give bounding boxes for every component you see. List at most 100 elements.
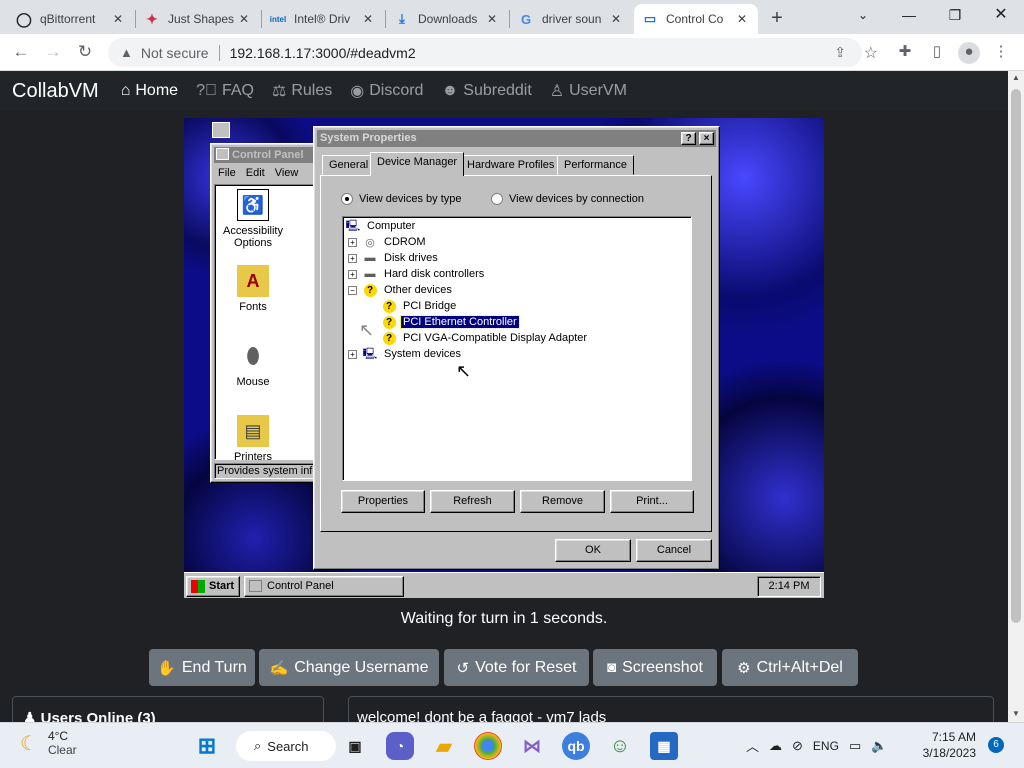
- windows-start-icon[interactable]: ⊞: [193, 732, 221, 760]
- desktop-icon[interactable]: [212, 122, 230, 138]
- change-username-button[interactable]: ✍ Change Username: [259, 649, 439, 686]
- nav-discord[interactable]: ◉ Discord: [350, 81, 423, 101]
- site-brand[interactable]: CollabVM: [12, 80, 99, 103]
- tree-node-computer[interactable]: 🖳 Computer: [345, 218, 417, 234]
- taskbar-control-panel[interactable]: Control Panel: [244, 576, 404, 597]
- tree-node-hard-disk-controllers[interactable]: + ▬ Hard disk controllers: [348, 266, 486, 282]
- properties-button[interactable]: Properties: [341, 490, 425, 513]
- tree-node-pci-bridge[interactable]: ? PCI Bridge: [381, 298, 458, 314]
- forward-button[interactable]: →: [42, 42, 64, 64]
- page-scrollbar[interactable]: ▲ ▼: [1008, 71, 1024, 722]
- back-button[interactable]: ←: [10, 42, 32, 64]
- tree-node-pci-vga[interactable]: ? PCI VGA-Compatible Display Adapter: [381, 330, 589, 346]
- maximize-button[interactable]: ❐: [932, 0, 978, 32]
- print-button[interactable]: Print...: [610, 490, 694, 513]
- tree-node-other-devices[interactable]: − ? Other devices: [348, 282, 454, 298]
- address-bar[interactable]: ▲ Not secure 192.168.1.17:3000/#deadvm2 …: [108, 38, 878, 67]
- store-icon[interactable]: ▦: [650, 732, 678, 760]
- network-icon[interactable]: ⊘: [792, 738, 803, 754]
- minimize-button[interactable]: —: [886, 0, 932, 32]
- tab-device-manager[interactable]: Device Manager: [370, 152, 465, 176]
- chrome-icon[interactable]: [474, 732, 502, 760]
- start-button[interactable]: Start: [186, 576, 240, 597]
- browser-tab-qbittorrent[interactable]: ◯ qBittorrent ✕: [8, 4, 134, 34]
- security-label[interactable]: Not secure: [141, 45, 209, 61]
- side-panel-icon[interactable]: ▯: [926, 42, 948, 64]
- visual-studio-icon[interactable]: ⋈: [518, 732, 546, 760]
- close-icon[interactable]: ✕: [360, 12, 376, 26]
- menu-view[interactable]: View: [271, 165, 303, 182]
- cp-item-fonts[interactable]: A Fonts: [215, 265, 291, 313]
- close-icon[interactable]: ✕: [236, 12, 252, 26]
- dialog-close-button[interactable]: ×: [699, 132, 714, 145]
- tree-node-system-devices[interactable]: + 🖳 System devices: [348, 346, 463, 362]
- system-properties-dialog[interactable]: System Properties ? × General Device Man…: [313, 126, 720, 570]
- windows-clock[interactable]: 7:15 AM 3/18/2023: [920, 729, 976, 761]
- nav-home[interactable]: ⌂ Home: [121, 82, 178, 100]
- tab-hardware-profiles[interactable]: Hardware Profiles: [460, 155, 562, 175]
- reload-button[interactable]: ↻: [74, 42, 96, 64]
- scroll-up-arrow-icon[interactable]: ▲: [1008, 73, 1024, 82]
- cp-item-printers[interactable]: ▤ Printers: [215, 415, 291, 463]
- ctrl-alt-del-button[interactable]: ⚙ Ctrl+Alt+Del: [722, 649, 858, 686]
- file-explorer-icon[interactable]: ▰: [430, 732, 458, 760]
- new-tab-button[interactable]: +: [764, 6, 790, 32]
- ok-button[interactable]: OK: [555, 539, 631, 562]
- extensions-icon[interactable]: ✚: [894, 42, 916, 64]
- expand-plus-icon[interactable]: +: [348, 253, 357, 263]
- browser-tab-driver-sound[interactable]: G driver soun ✕: [510, 4, 632, 34]
- nav-rules[interactable]: ⚖ Rules: [272, 81, 332, 101]
- tab-general[interactable]: General: [322, 155, 376, 175]
- bookmark-star-icon[interactable]: ☆: [864, 43, 878, 63]
- close-icon[interactable]: ✕: [484, 12, 500, 26]
- device-tree[interactable]: 🖳 Computer + ◎ CDROM + ▬ Disk drives + ▬…: [342, 216, 692, 481]
- scroll-down-arrow-icon[interactable]: ▼: [1008, 709, 1024, 718]
- radio-view-by-type[interactable]: View devices by type: [341, 193, 462, 205]
- tab-performance[interactable]: Performance: [557, 155, 634, 175]
- share-icon[interactable]: ⇪: [834, 44, 846, 61]
- warning-icon[interactable]: ▲: [120, 45, 133, 60]
- end-turn-button[interactable]: ✋ End Turn: [149, 649, 255, 686]
- notification-badge[interactable]: 6: [988, 737, 1004, 753]
- profile-avatar-icon[interactable]: ●: [958, 42, 980, 64]
- tree-node-pci-ethernet[interactable]: ? PCI Ethernet Controller: [381, 314, 520, 330]
- language-indicator[interactable]: ENG: [813, 739, 839, 753]
- teams-chat-icon[interactable]: ◔: [386, 732, 414, 760]
- menu-edit[interactable]: Edit: [242, 165, 269, 182]
- onedrive-off-icon[interactable]: ☁: [769, 738, 782, 754]
- url-text[interactable]: 192.168.1.17:3000/#deadvm2: [230, 45, 416, 61]
- refresh-button[interactable]: Refresh: [430, 490, 515, 513]
- browser-tab-downloads[interactable]: ⤓ Downloads ✕: [386, 4, 508, 34]
- game-app-icon[interactable]: ☺: [606, 732, 634, 760]
- vote-reset-button[interactable]: ↺ Vote for Reset: [444, 649, 589, 686]
- weather-widget[interactable]: ☾ 4°C Clear: [20, 729, 77, 758]
- nav-uservm[interactable]: ♙ UserVM: [550, 81, 627, 101]
- menu-kebab-icon[interactable]: ⋮: [990, 42, 1012, 64]
- close-window-button[interactable]: ✕: [978, 0, 1024, 32]
- task-view-icon[interactable]: ▣: [341, 732, 369, 760]
- cp-item-accessibility[interactable]: ♿ Accessibility Options: [215, 189, 291, 249]
- browser-tab-control-panel[interactable]: ▭ Control Co ✕: [634, 4, 758, 34]
- nav-faq[interactable]: ?⃝ FAQ: [196, 82, 254, 100]
- menu-file[interactable]: File: [214, 165, 240, 182]
- tab-search-button[interactable]: ⌄: [840, 0, 886, 32]
- windows-search-box[interactable]: ⌕ Search: [236, 731, 336, 761]
- tree-node-cdrom[interactable]: + ◎ CDROM: [348, 234, 428, 250]
- radio-view-by-connection[interactable]: View devices by connection: [491, 193, 644, 205]
- volume-icon[interactable]: 🔈: [871, 738, 887, 754]
- qbittorrent-icon[interactable]: qb: [562, 732, 590, 760]
- chevron-up-icon[interactable]: ︿: [746, 736, 759, 755]
- nav-subreddit[interactable]: ☻ Subreddit: [441, 82, 531, 100]
- remove-button[interactable]: Remove: [520, 490, 605, 513]
- display-icon[interactable]: ▭: [849, 738, 861, 754]
- tree-node-disk-drives[interactable]: + ▬ Disk drives: [348, 250, 440, 266]
- close-icon[interactable]: ✕: [110, 12, 126, 26]
- scrollbar-thumb[interactable]: [1011, 89, 1021, 623]
- browser-tab-intel[interactable]: intel Intel® Driv ✕: [262, 4, 384, 34]
- close-icon[interactable]: ✕: [734, 12, 750, 26]
- cp-item-mouse[interactable]: ⬮ Mouse: [215, 340, 291, 389]
- cancel-button[interactable]: Cancel: [636, 539, 712, 562]
- vm-display[interactable]: Control Panel File Edit View ♿ Accessibi…: [184, 118, 824, 598]
- expand-plus-icon[interactable]: +: [348, 237, 357, 247]
- close-icon[interactable]: ✕: [608, 12, 624, 26]
